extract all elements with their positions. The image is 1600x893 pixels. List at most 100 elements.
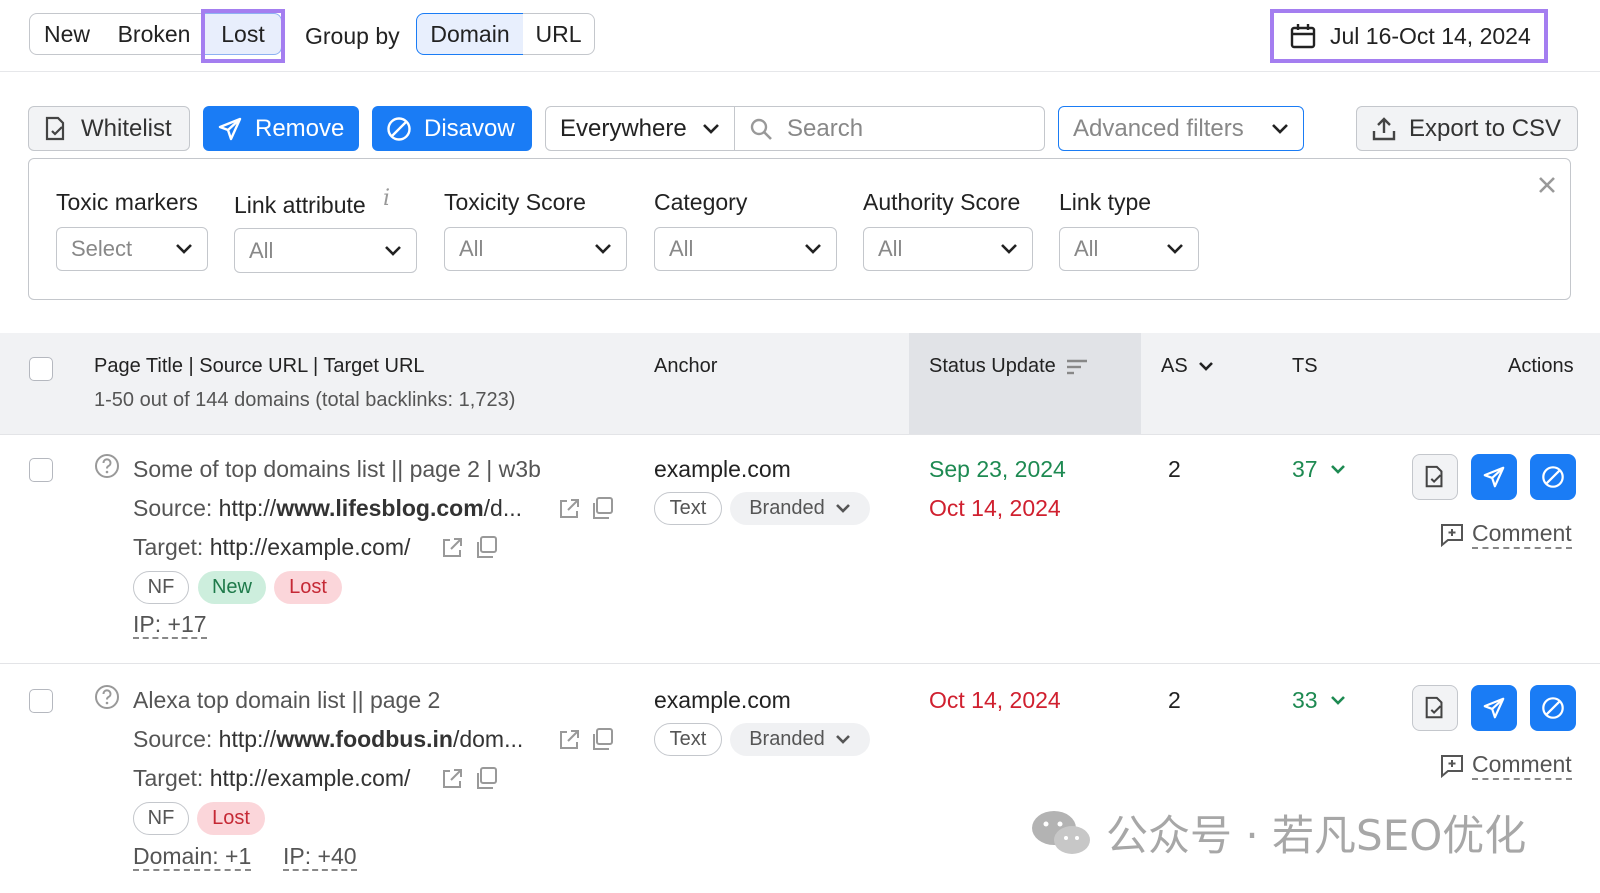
row-remove-button[interactable] bbox=[1471, 685, 1517, 731]
source-url-end: /d... bbox=[483, 495, 523, 521]
row-source-url[interactable]: Source: http://www.lifesblog.com/d... bbox=[133, 495, 522, 522]
date-range-text: Jul 16-Oct 14, 2024 bbox=[1330, 22, 1531, 49]
row-domain-count[interactable]: Domain: +1 bbox=[133, 843, 252, 871]
row-checkbox[interactable] bbox=[29, 689, 53, 713]
link-attribute-select[interactable]: All bbox=[234, 228, 417, 273]
copy-icon[interactable] bbox=[590, 496, 614, 520]
toxic-markers-value: Select bbox=[71, 236, 133, 261]
chevron-down-icon bbox=[1271, 123, 1289, 135]
toxic-markers-select[interactable]: Select bbox=[56, 227, 208, 271]
search-placeholder: Search bbox=[787, 114, 864, 142]
external-link-icon[interactable] bbox=[557, 497, 581, 521]
status-column-header-bg bbox=[909, 333, 1141, 434]
external-link-icon[interactable] bbox=[440, 767, 464, 791]
filter-label-link-type: Link type bbox=[1059, 189, 1152, 215]
row-disavow-button[interactable] bbox=[1530, 454, 1576, 500]
row-source-url[interactable]: Source: http://www.foodbus.in/dom... bbox=[133, 726, 523, 753]
search-input[interactable]: Search bbox=[734, 106, 1045, 151]
header-page-title[interactable]: Page Title | Source URL | Target URL bbox=[94, 355, 425, 378]
group-by-label: Group by bbox=[305, 23, 400, 49]
comment-icon bbox=[1440, 754, 1464, 778]
tag-lost: Lost bbox=[274, 571, 342, 604]
calendar-icon bbox=[1290, 23, 1316, 49]
category-select[interactable]: All bbox=[654, 227, 837, 271]
export-csv-button[interactable]: Export to CSV bbox=[1356, 106, 1578, 151]
tag-nf: NF bbox=[133, 571, 189, 604]
header-as[interactable]: AS bbox=[1161, 355, 1214, 378]
anchor-type-chip: Text bbox=[654, 723, 722, 756]
copy-icon[interactable] bbox=[474, 766, 498, 790]
table-header bbox=[0, 333, 1600, 435]
sort-icon[interactable] bbox=[1066, 358, 1088, 376]
ts-value: 37 bbox=[1292, 456, 1318, 482]
target-url: http://example.com/ bbox=[209, 765, 411, 791]
send-icon bbox=[1482, 696, 1506, 720]
advanced-filters-label: Advanced filters bbox=[1073, 114, 1244, 142]
row-ts[interactable]: 33 bbox=[1292, 687, 1346, 714]
whitelist-button[interactable]: Whitelist bbox=[28, 106, 190, 151]
authority-score-select[interactable]: All bbox=[863, 227, 1033, 271]
advanced-filters-button[interactable]: Advanced filters bbox=[1058, 106, 1304, 151]
toxicity-score-select[interactable]: All bbox=[444, 227, 627, 271]
row-remove-button[interactable] bbox=[1471, 454, 1517, 500]
target-prefix: Target: bbox=[133, 765, 210, 791]
row-page-title[interactable]: Alexa top domain list || page 2 bbox=[133, 687, 440, 714]
row-page-title[interactable]: Some of top domains list || page 2 | w3b bbox=[133, 456, 541, 483]
row-whitelist-button[interactable] bbox=[1412, 454, 1458, 500]
row-ip-count[interactable]: IP: +40 bbox=[283, 843, 357, 871]
row-checkbox[interactable] bbox=[29, 458, 53, 482]
whitelist-icon bbox=[1423, 465, 1447, 489]
link-type-select[interactable]: All bbox=[1059, 227, 1199, 271]
chevron-down-icon bbox=[804, 243, 822, 255]
comment-icon bbox=[1440, 523, 1464, 547]
anchor-category-chip[interactable]: Branded bbox=[730, 723, 870, 756]
external-link-icon[interactable] bbox=[440, 536, 464, 560]
header-anchor[interactable]: Anchor bbox=[654, 355, 717, 378]
status-update-label: Status Update bbox=[929, 355, 1056, 377]
scope-select[interactable]: Everywhere bbox=[545, 106, 735, 151]
row-target-url[interactable]: Target: http://example.com/ bbox=[133, 534, 410, 561]
help-circle-icon[interactable] bbox=[94, 453, 120, 479]
chevron-down-icon bbox=[835, 734, 851, 745]
copy-icon[interactable] bbox=[590, 727, 614, 751]
export-label: Export to CSV bbox=[1409, 114, 1562, 142]
row-ts[interactable]: 37 bbox=[1292, 456, 1346, 483]
status-date-new: Sep 23, 2024 bbox=[929, 456, 1066, 482]
help-circle-icon[interactable] bbox=[94, 684, 120, 710]
export-icon bbox=[1371, 116, 1397, 142]
tab-new[interactable]: New bbox=[29, 13, 105, 55]
group-by-domain[interactable]: Domain bbox=[416, 13, 524, 55]
info-icon[interactable]: i bbox=[383, 186, 390, 211]
link-attribute-value: All bbox=[249, 237, 274, 263]
close-icon[interactable] bbox=[1537, 175, 1557, 195]
row-comment-link[interactable]: Comment bbox=[1440, 520, 1572, 549]
external-link-icon[interactable] bbox=[557, 728, 581, 752]
tab-broken[interactable]: Broken bbox=[104, 13, 205, 55]
header-summary: 1-50 out of 144 domains (total backlinks… bbox=[94, 389, 516, 411]
as-label: AS bbox=[1161, 355, 1188, 377]
copy-icon[interactable] bbox=[474, 535, 498, 559]
date-range-picker[interactable]: Jul 16-Oct 14, 2024 bbox=[1270, 9, 1548, 63]
lost-tab-highlight bbox=[201, 9, 285, 63]
tag-new: New bbox=[198, 571, 266, 604]
chevron-down-icon bbox=[1330, 695, 1346, 706]
row-comment-link[interactable]: Comment bbox=[1440, 751, 1572, 780]
comment-label: Comment bbox=[1472, 751, 1572, 780]
anchor-category-chip[interactable]: Branded bbox=[730, 492, 870, 525]
status-date-lost: Oct 14, 2024 bbox=[929, 687, 1061, 713]
remove-button[interactable]: Remove bbox=[203, 106, 359, 151]
row-target-url[interactable]: Target: http://example.com/ bbox=[133, 765, 410, 792]
row-whitelist-button[interactable] bbox=[1412, 685, 1458, 731]
group-by-url[interactable]: URL bbox=[523, 13, 595, 55]
whitelist-icon bbox=[1423, 696, 1447, 720]
header-status-update[interactable]: Status Update bbox=[929, 355, 1088, 378]
row-disavow-button[interactable] bbox=[1530, 685, 1576, 731]
disavow-button[interactable]: Disavow bbox=[372, 106, 532, 151]
filter-label-toxic-markers: Toxic markers bbox=[56, 189, 198, 215]
chevron-down-icon bbox=[1166, 243, 1184, 255]
row-anchor: example.com bbox=[654, 456, 791, 482]
row-ip-count[interactable]: IP: +17 bbox=[133, 611, 207, 639]
source-prefix: Source: bbox=[133, 495, 219, 521]
header-ts[interactable]: TS bbox=[1292, 355, 1318, 378]
select-all-checkbox[interactable] bbox=[29, 357, 53, 381]
